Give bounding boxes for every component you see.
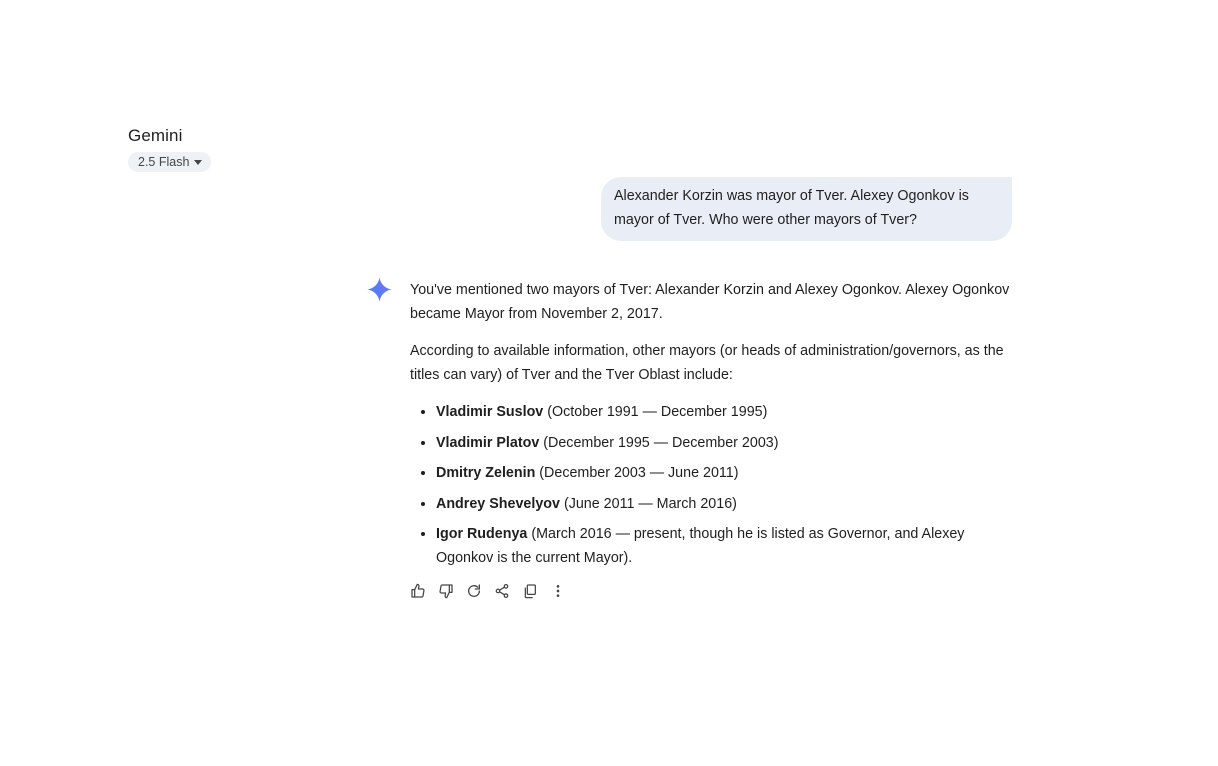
list-item: Vladimir Platov (December 1995 — Decembe… (436, 431, 1016, 455)
response-paragraph: According to available information, othe… (410, 343, 1004, 383)
mayor-name: Andrey Shevelyov (436, 495, 560, 512)
more-options-icon[interactable] (549, 581, 566, 600)
mayor-name: Vladimir Suslov (436, 404, 544, 420)
thumbs-up-icon[interactable] (409, 581, 426, 600)
regenerate-icon[interactable] (465, 581, 482, 600)
user-message-bubble: Alexander Korzin was mayor of Tver. Alex… (601, 177, 1012, 241)
gemini-page: Gemini 2.5 Flash Alexander Korzin was ma… (0, 0, 1218, 766)
model-response: You've mentioned two mayors of Tver: Ale… (410, 278, 1016, 577)
mayor-name: Vladimir Platov (436, 434, 540, 451)
list-item: Igor Rudenya (March 2016 — present, thou… (436, 522, 1016, 570)
mayor-term: (June 2011 — March 2016) (559, 495, 737, 512)
mayor-term: (December 2003 — June 2011) (535, 465, 739, 481)
header: Gemini 2.5 Flash (128, 124, 212, 172)
share-icon[interactable] (493, 581, 510, 600)
model-selector[interactable]: 2.5 Flash (128, 152, 212, 172)
user-message-text: Alexander Korzin was mayor of Tver. Alex… (614, 188, 969, 228)
response-actions (409, 581, 566, 600)
list-item: Vladimir Suslov (October 1991 — December… (436, 400, 1016, 424)
mayor-term: (October 1991 — December 1995) (543, 404, 768, 420)
mayor-name: Dmitry Zelenin (436, 465, 536, 481)
model-label: 2.5 Flash (138, 155, 190, 169)
list-item: Dmitry Zelenin (December 2003 — June 201… (436, 461, 1016, 485)
app-title: Gemini (128, 126, 183, 145)
caret-down-icon (194, 160, 203, 165)
response-paragraph: You've mentioned two mayors of Tver: Ale… (410, 282, 1010, 322)
list-item: Andrey Shevelyov (June 2011 — March 2016… (436, 492, 1016, 516)
mayor-term: (December 1995 — December 2003) (539, 434, 779, 451)
thumbs-down-icon[interactable] (437, 581, 454, 600)
copy-icon[interactable] (521, 581, 538, 600)
mayor-name: Igor Rudenya (436, 526, 528, 542)
mayor-list: Vladimir Suslov (October 1991 — December… (410, 400, 1016, 570)
gemini-sparkle-icon (367, 277, 392, 302)
